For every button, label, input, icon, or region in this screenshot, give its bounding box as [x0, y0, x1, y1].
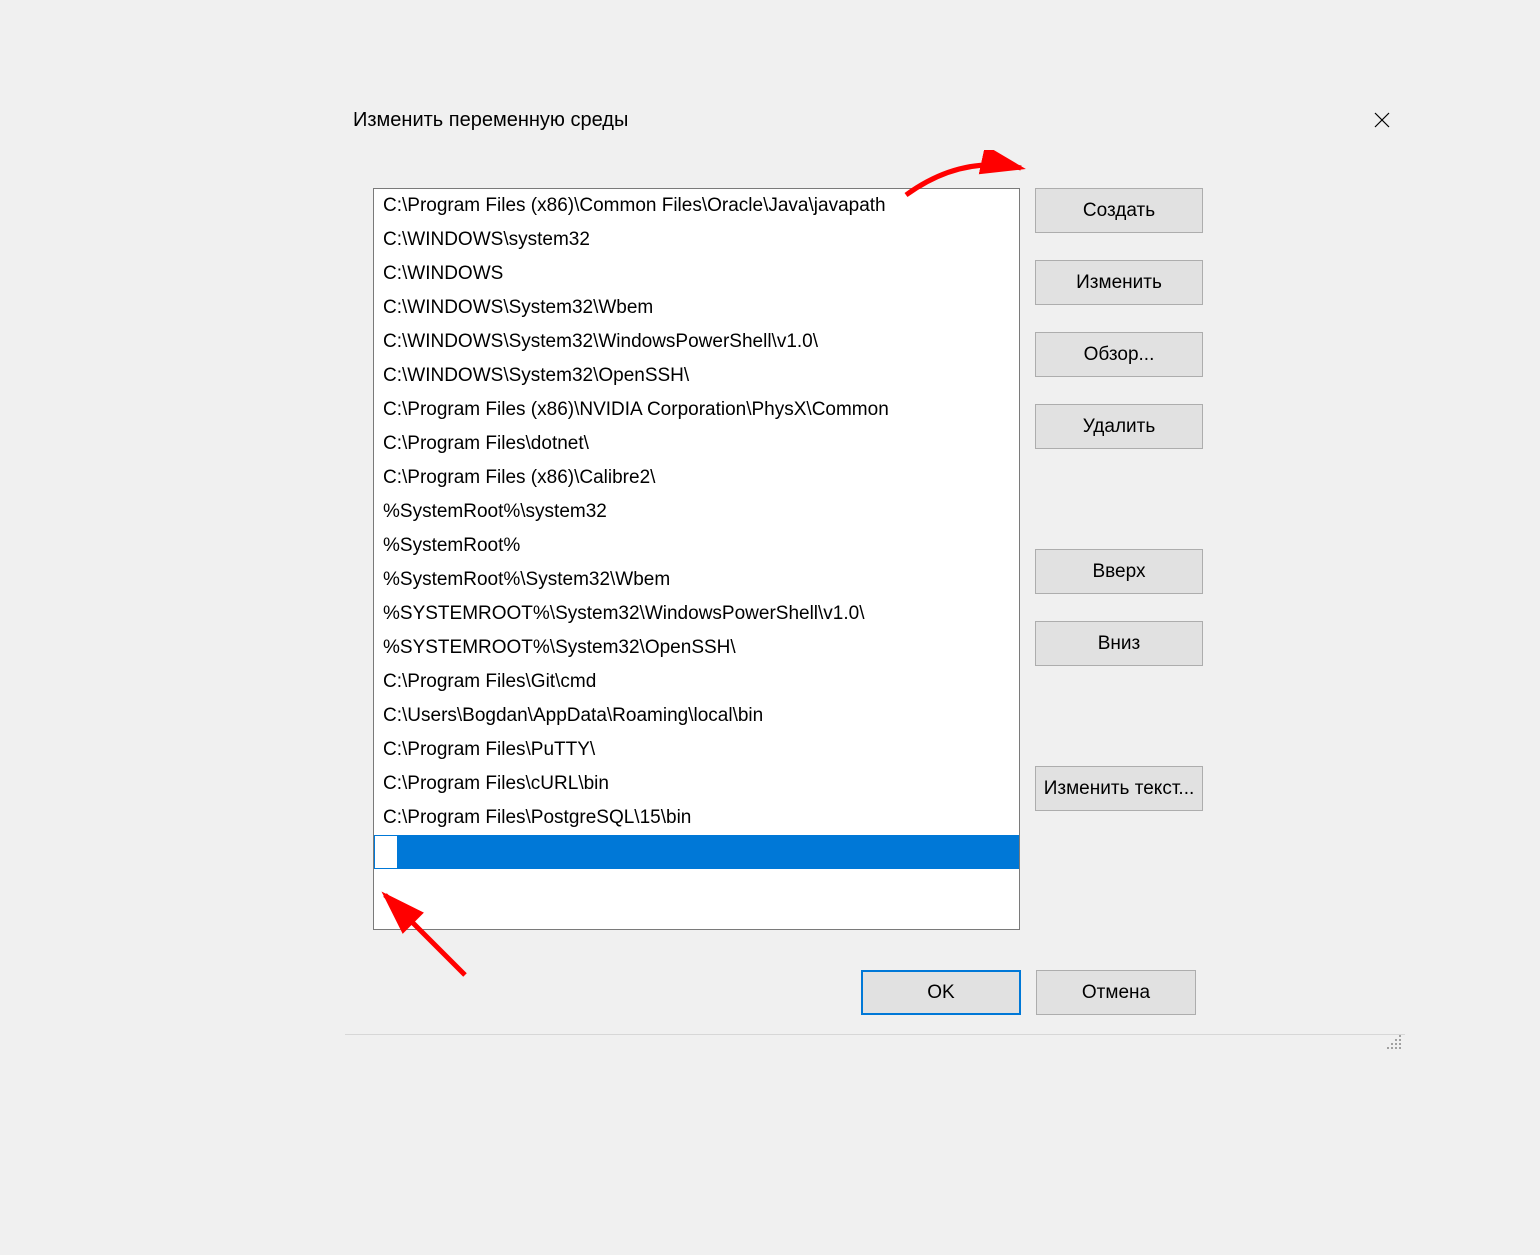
list-item[interactable]: C:\Program Files\dotnet\ [374, 427, 1019, 461]
list-item[interactable]: C:\Users\Bogdan\AppData\Roaming\local\bi… [374, 699, 1019, 733]
list-item[interactable]: %SystemRoot%\System32\Wbem [374, 563, 1019, 597]
list-item[interactable]: C:\Program Files (x86)\Common Files\Orac… [374, 189, 1019, 223]
close-icon [1374, 112, 1390, 128]
new-entry-row [374, 835, 1019, 869]
list-item[interactable]: C:\Program Files (x86)\NVIDIA Corporatio… [374, 393, 1019, 427]
edit-environment-variable-dialog: Изменить переменную среды C:\Program Fil… [345, 100, 1405, 1053]
browse-button[interactable]: Обзор... [1035, 332, 1203, 377]
new-entry-selection-highlight [398, 835, 1019, 869]
title-bar: Изменить переменную среды [345, 100, 1405, 140]
dialog-title: Изменить переменную среды [345, 109, 628, 132]
resize-grip-icon [1385, 1033, 1403, 1051]
new-button[interactable]: Создать [1035, 188, 1203, 233]
delete-button[interactable]: Удалить [1035, 404, 1203, 449]
path-list[interactable]: C:\Program Files (x86)\Common Files\Orac… [373, 188, 1020, 930]
status-separator [345, 1034, 1405, 1035]
list-item[interactable]: C:\Program Files\PostgreSQL\15\bin [374, 801, 1019, 835]
list-item[interactable]: %SYSTEMROOT%\System32\OpenSSH\ [374, 631, 1019, 665]
new-entry-input[interactable] [374, 835, 398, 869]
bottom-button-group: OK Отмена [861, 970, 1196, 1015]
move-up-button[interactable]: Вверх [1035, 549, 1203, 594]
cancel-button[interactable]: Отмена [1036, 970, 1196, 1015]
list-item[interactable]: C:\WINDOWS\System32\Wbem [374, 291, 1019, 325]
list-item[interactable]: C:\Program Files\Git\cmd [374, 665, 1019, 699]
ok-button[interactable]: OK [861, 970, 1021, 1015]
move-down-button[interactable]: Вниз [1035, 621, 1203, 666]
list-item[interactable]: %SYSTEMROOT%\System32\WindowsPowerShell\… [374, 597, 1019, 631]
close-button[interactable] [1359, 100, 1405, 140]
list-item[interactable]: C:\Program Files\PuTTY\ [374, 733, 1019, 767]
list-item[interactable]: %SystemRoot%\system32 [374, 495, 1019, 529]
list-item[interactable]: C:\WINDOWS\system32 [374, 223, 1019, 257]
side-button-group: Создать Изменить Обзор... Удалить Вверх … [1035, 188, 1203, 811]
edit-button[interactable]: Изменить [1035, 260, 1203, 305]
list-item[interactable]: C:\WINDOWS [374, 257, 1019, 291]
list-item[interactable]: C:\Program Files\cURL\bin [374, 767, 1019, 801]
list-item[interactable]: C:\WINDOWS\System32\OpenSSH\ [374, 359, 1019, 393]
list-item[interactable]: C:\Program Files (x86)\Calibre2\ [374, 461, 1019, 495]
list-item[interactable]: %SystemRoot% [374, 529, 1019, 563]
edit-text-button[interactable]: Изменить текст... [1035, 766, 1203, 811]
list-item[interactable]: C:\WINDOWS\System32\WindowsPowerShell\v1… [374, 325, 1019, 359]
